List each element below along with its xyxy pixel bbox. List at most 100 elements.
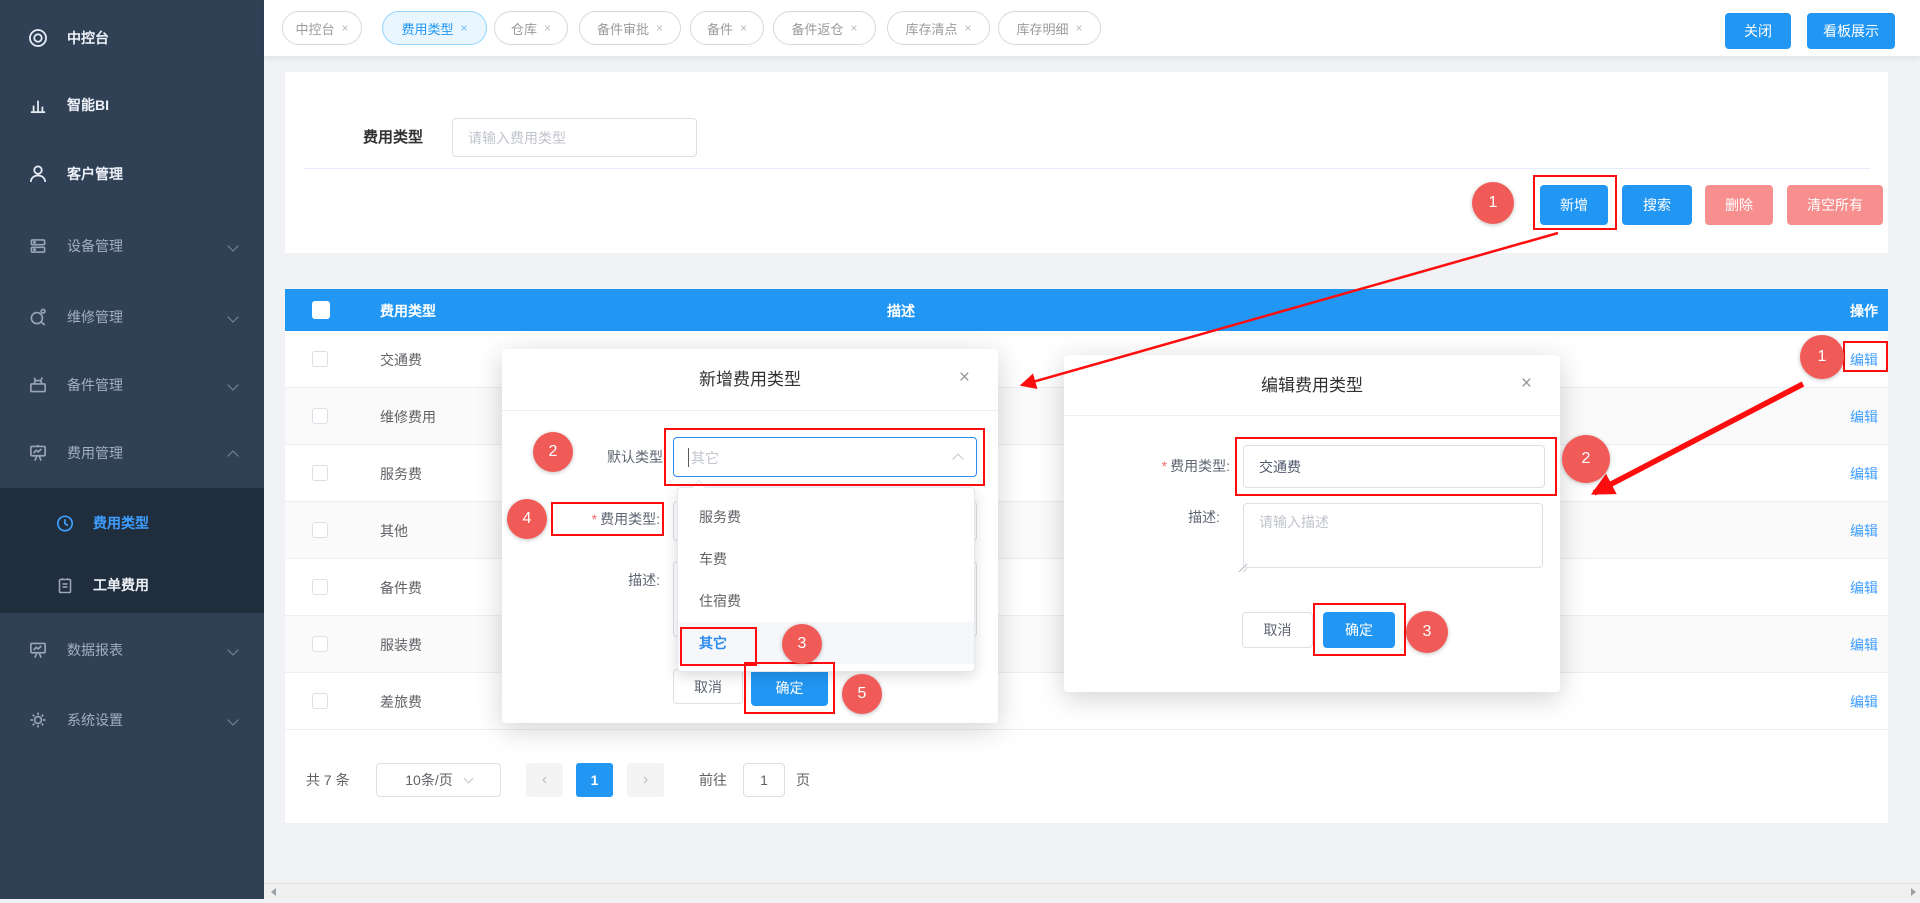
sidebar-item-console[interactable]: 中控台 <box>0 22 264 54</box>
close-icon[interactable]: × <box>959 368 970 387</box>
edit-link[interactable]: 编辑 <box>1850 407 1878 427</box>
expense-type-label: *费用类型: <box>502 509 660 529</box>
sidebar-item-workorder-expense[interactable]: 工单费用 <box>0 569 264 601</box>
label-text: 费用类型: <box>1170 458 1230 474</box>
row-checkbox[interactable] <box>312 465 328 481</box>
horizontal-scrollbar[interactable] <box>264 883 1920 899</box>
edit-link[interactable]: 编辑 <box>1850 635 1878 655</box>
expense-type-search-input[interactable] <box>452 118 697 157</box>
default-type-label: 默认类型 <box>502 447 663 467</box>
current-page[interactable]: 1 <box>576 763 613 797</box>
required-mark: * <box>592 511 597 527</box>
close-icon[interactable]: × <box>965 22 972 34</box>
sidebar-item-label: 备件管理 <box>67 375 123 395</box>
next-page-button[interactable]: › <box>627 763 664 797</box>
chevron-down-icon <box>227 644 238 655</box>
spare-parts-icon <box>27 374 49 396</box>
sidebar-item-label: 费用管理 <box>67 443 123 463</box>
sidebar-item-bi[interactable]: 智能BI <box>0 89 264 121</box>
close-icon[interactable]: × <box>1076 22 1083 34</box>
close-icon[interactable]: × <box>1521 374 1532 393</box>
device-icon <box>27 235 49 257</box>
tab-label: 仓库 <box>511 19 537 38</box>
sidebar-item-label: 维修管理 <box>67 307 123 327</box>
row-checkbox[interactable] <box>312 693 328 709</box>
close-icon[interactable]: × <box>461 22 468 34</box>
tab-warehouse[interactable]: 仓库 × <box>494 11 568 45</box>
edit-link[interactable]: 编辑 <box>1850 692 1878 712</box>
pagination: 共 7 条 10条/页 ‹ 1 › 前往 页 <box>285 763 1888 797</box>
close-icon[interactable]: × <box>851 22 858 34</box>
column-header-desc: 描述 <box>851 301 951 321</box>
edit-link[interactable]: 编辑 <box>1850 350 1878 370</box>
workorder-icon <box>55 575 75 595</box>
sidebar: 中控台 智能BI 客户管理 设备管理 维修管理 备件管理 <box>0 0 264 899</box>
desc-label: 描述: <box>502 570 660 590</box>
goto-page-input[interactable] <box>743 763 785 797</box>
prev-page-button[interactable]: ‹ <box>526 763 563 797</box>
sidebar-item-customers[interactable]: 客户管理 <box>0 158 264 190</box>
close-icon[interactable]: × <box>342 22 349 34</box>
gear-icon <box>27 709 49 731</box>
column-header-type: 费用类型 <box>380 301 436 321</box>
tab-stock-count[interactable]: 库存清点× <box>887 11 990 45</box>
sidebar-item-spare-parts[interactable]: 备件管理 <box>0 369 264 401</box>
add-button[interactable]: 新增 <box>1540 185 1608 225</box>
confirm-button[interactable]: 确定 <box>751 669 828 706</box>
row-checkbox[interactable] <box>312 351 328 367</box>
row-checkbox[interactable] <box>312 522 328 538</box>
row-checkbox[interactable] <box>312 408 328 424</box>
close-tabs-button[interactable]: 关闭 <box>1725 13 1791 49</box>
close-icon[interactable]: × <box>544 22 551 34</box>
close-icon[interactable]: × <box>740 22 747 34</box>
sidebar-item-settings[interactable]: 系统设置 <box>0 704 264 736</box>
option-service-fee[interactable]: 服务费 <box>678 496 974 538</box>
option-car-fee[interactable]: 车费 <box>678 538 974 580</box>
tab-console[interactable]: 中控台× <box>282 11 362 45</box>
sidebar-item-expenses[interactable]: 费用管理 <box>0 437 264 469</box>
desc-label: 描述: <box>1064 507 1220 527</box>
cancel-button[interactable]: 取消 <box>673 669 743 704</box>
delete-button[interactable]: 删除 <box>1705 185 1773 225</box>
default-type-select[interactable]: 其它 <box>673 437 977 477</box>
sidebar-item-expense-type[interactable]: 费用类型 <box>0 507 264 539</box>
tab-spare-return[interactable]: 备件返仓 × <box>773 11 876 45</box>
textarea-resize-handle[interactable] <box>1237 562 1247 572</box>
clear-all-button[interactable]: 清空所有 <box>1787 185 1883 225</box>
customer-icon <box>27 163 49 185</box>
edit-link[interactable]: 编辑 <box>1850 521 1878 541</box>
tab-stock-detail[interactable]: 库存明细 × <box>998 11 1101 45</box>
tab-expense-type[interactable]: 费用类型× <box>382 11 487 45</box>
tab-label: 库存明细 <box>1016 19 1068 38</box>
cell-expense-type: 维修费用 <box>380 407 436 427</box>
sidebar-item-repair[interactable]: 维修管理 <box>0 301 264 333</box>
search-button[interactable]: 搜索 <box>1622 185 1692 225</box>
scroll-left-icon[interactable] <box>271 888 276 896</box>
board-display-button[interactable]: 看板展示 <box>1807 13 1895 49</box>
sidebar-item-label: 系统设置 <box>67 710 123 730</box>
tab-spare-approval[interactable]: 备件审批× <box>579 11 681 45</box>
row-checkbox[interactable] <box>312 579 328 595</box>
desc-textarea[interactable] <box>1243 503 1543 568</box>
confirm-button[interactable]: 确定 <box>1323 612 1395 648</box>
tab-label: 备件返仓 <box>791 19 843 38</box>
cell-expense-type: 差旅费 <box>380 692 422 712</box>
cancel-button[interactable]: 取消 <box>1242 612 1313 648</box>
scroll-right-icon[interactable] <box>1911 888 1916 896</box>
select-all-checkbox[interactable] <box>312 301 330 319</box>
option-other[interactable]: 其它 <box>678 622 974 664</box>
goto-label: 前往 <box>699 763 727 797</box>
expense-type-input[interactable] <box>1243 445 1545 488</box>
sidebar-item-devices[interactable]: 设备管理 <box>0 230 264 262</box>
row-checkbox[interactable] <box>312 636 328 652</box>
tab-spare-parts[interactable]: 备件× <box>690 11 764 45</box>
page-size-select[interactable]: 10条/页 <box>376 763 501 797</box>
edit-link[interactable]: 编辑 <box>1850 464 1878 484</box>
dialog-title: 编辑费用类型 <box>1064 371 1560 396</box>
sidebar-item-label: 数据报表 <box>67 640 123 660</box>
close-icon[interactable]: × <box>656 22 663 34</box>
sidebar-item-reports[interactable]: 数据报表 <box>0 634 264 666</box>
table-header: 费用类型 描述 操作 <box>285 289 1888 331</box>
option-lodging-fee[interactable]: 住宿费 <box>678 580 974 622</box>
edit-link[interactable]: 编辑 <box>1850 578 1878 598</box>
